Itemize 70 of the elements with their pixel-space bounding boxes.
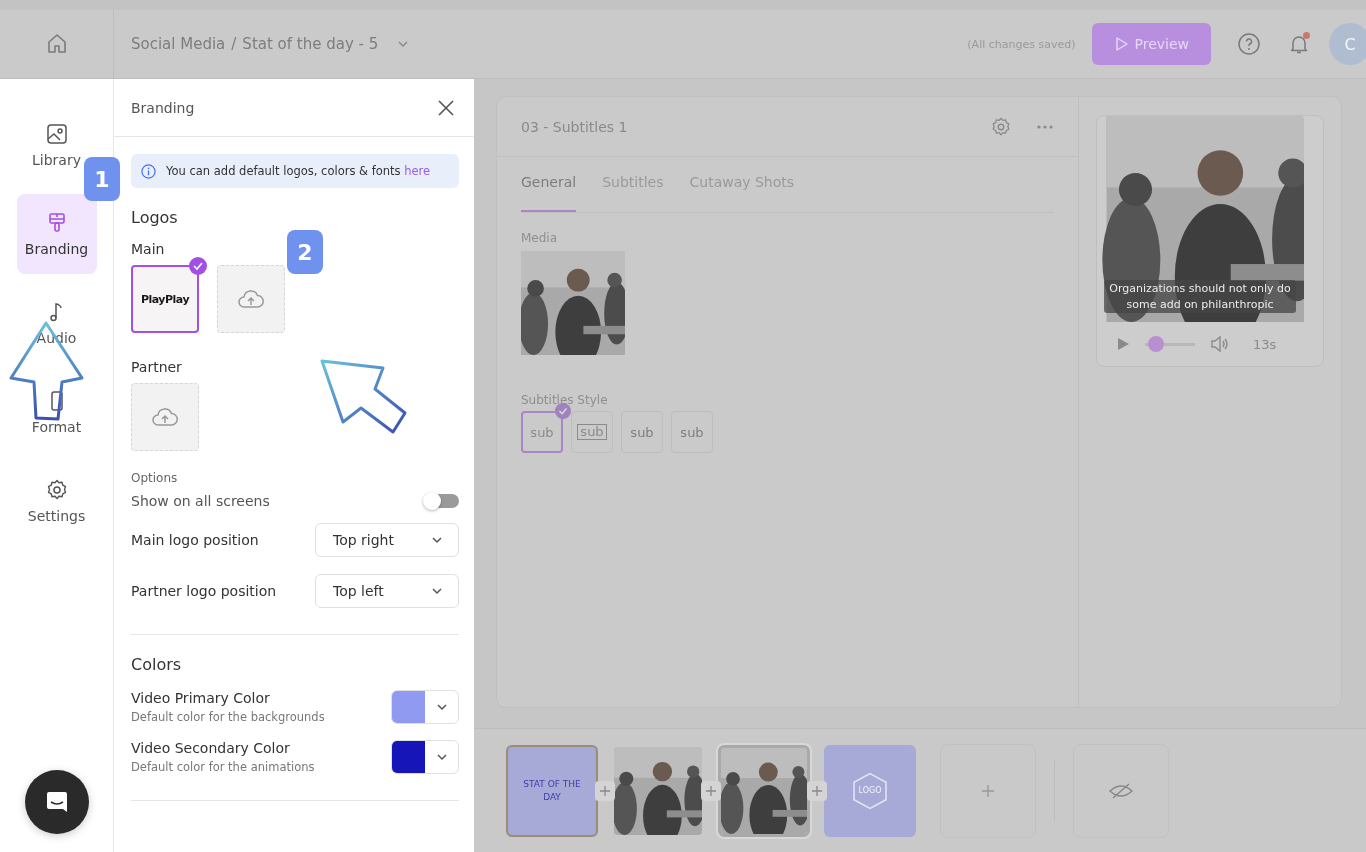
subtitle-style-option[interactable]: sub [671, 411, 713, 453]
preview-button[interactable]: Preview [1091, 23, 1211, 65]
field-label: Video Primary Color [131, 690, 271, 706]
cloud-upload-icon [151, 407, 179, 427]
upload-tile[interactable] [131, 383, 199, 451]
eye-off-icon [1108, 780, 1134, 801]
toggle-switch[interactable] [425, 494, 459, 508]
plus-icon [812, 785, 822, 796]
tab[interactable]: General [521, 174, 577, 212]
scene-title: 03 - Subtitles 1 [521, 118, 629, 135]
add-scene-button[interactable] [940, 743, 1036, 838]
settings-icon[interactable] [990, 115, 1012, 138]
nav-item[interactable]: Settings [16, 461, 97, 541]
hide-button[interactable] [1073, 743, 1169, 838]
user-avatar[interactable]: C [1329, 23, 1366, 65]
options-label: Options [131, 471, 179, 485]
color-picker[interactable] [391, 740, 459, 774]
field-label: Video Secondary Color [131, 740, 291, 756]
plus-icon [600, 785, 610, 796]
field-label: Subtitles Style [521, 393, 609, 407]
project-title: Stat of the day - 5 [242, 35, 379, 53]
field-label: Main logo position [131, 532, 259, 548]
add-scene-button[interactable] [701, 780, 721, 801]
subtitle-style-option[interactable]: sub [621, 411, 663, 453]
field-label: Main [131, 241, 165, 257]
video-caption: Organizations should not only do some add on philanthropic [1104, 280, 1296, 313]
add-scene-button[interactable] [807, 780, 827, 801]
subtitle-style-option[interactable]: sub [571, 411, 613, 453]
help-icon[interactable] [1237, 32, 1261, 56]
step-badge: 2 [287, 230, 323, 274]
logo-placeholder: LOGO [858, 786, 882, 795]
info-text: You can add default logos, colors & fonts here [166, 164, 431, 178]
field-label: Partner logo position [131, 583, 277, 599]
add-scene-button[interactable] [595, 780, 615, 801]
section-heading: Colors [131, 655, 183, 674]
scene-thumbnail[interactable]: STAT OF THE DAY [506, 744, 598, 837]
check-badge-icon [555, 403, 571, 419]
breadcrumb-separator: / [231, 35, 237, 53]
image-icon [44, 122, 69, 146]
field-label: Media [521, 231, 559, 245]
logo-tile[interactable]: PlayPlay [131, 265, 199, 333]
cloud-upload-icon [237, 289, 265, 309]
plus-icon [980, 782, 996, 799]
plus-icon [706, 785, 716, 796]
info-icon [141, 163, 156, 179]
breadcrumb-link[interactable]: Social Media [131, 35, 226, 53]
panel-title: Branding [131, 99, 195, 116]
dropdown[interactable]: Top left [315, 574, 459, 608]
field-hint: Default color for the animations [131, 760, 315, 774]
nav-item[interactable]: Branding [16, 194, 97, 274]
field-label: Partner [131, 359, 182, 375]
step-badge: 1 [84, 157, 120, 201]
check-badge-icon [189, 257, 207, 275]
close-icon[interactable] [437, 98, 455, 117]
hexagon-icon [850, 770, 890, 811]
section-heading: Logos [131, 208, 179, 227]
chat-button[interactable] [24, 770, 89, 834]
play-icon [1113, 36, 1130, 52]
upload-tile[interactable] [217, 265, 285, 333]
color-picker[interactable] [391, 690, 459, 724]
speaker-icon[interactable] [1209, 334, 1229, 354]
play-icon[interactable] [1115, 336, 1131, 352]
here-link[interactable]: here [404, 164, 431, 178]
field-hint: Default color for the backgrounds [131, 710, 325, 724]
nav-item[interactable]: Format [16, 372, 97, 452]
duration-label: 13s [1253, 336, 1277, 352]
dropdown[interactable]: Top right [315, 523, 459, 557]
toggle-label: Show on all screens [131, 493, 270, 509]
scene-thumbnail[interactable]: LOGO [824, 744, 916, 837]
playhead[interactable] [1148, 336, 1165, 352]
